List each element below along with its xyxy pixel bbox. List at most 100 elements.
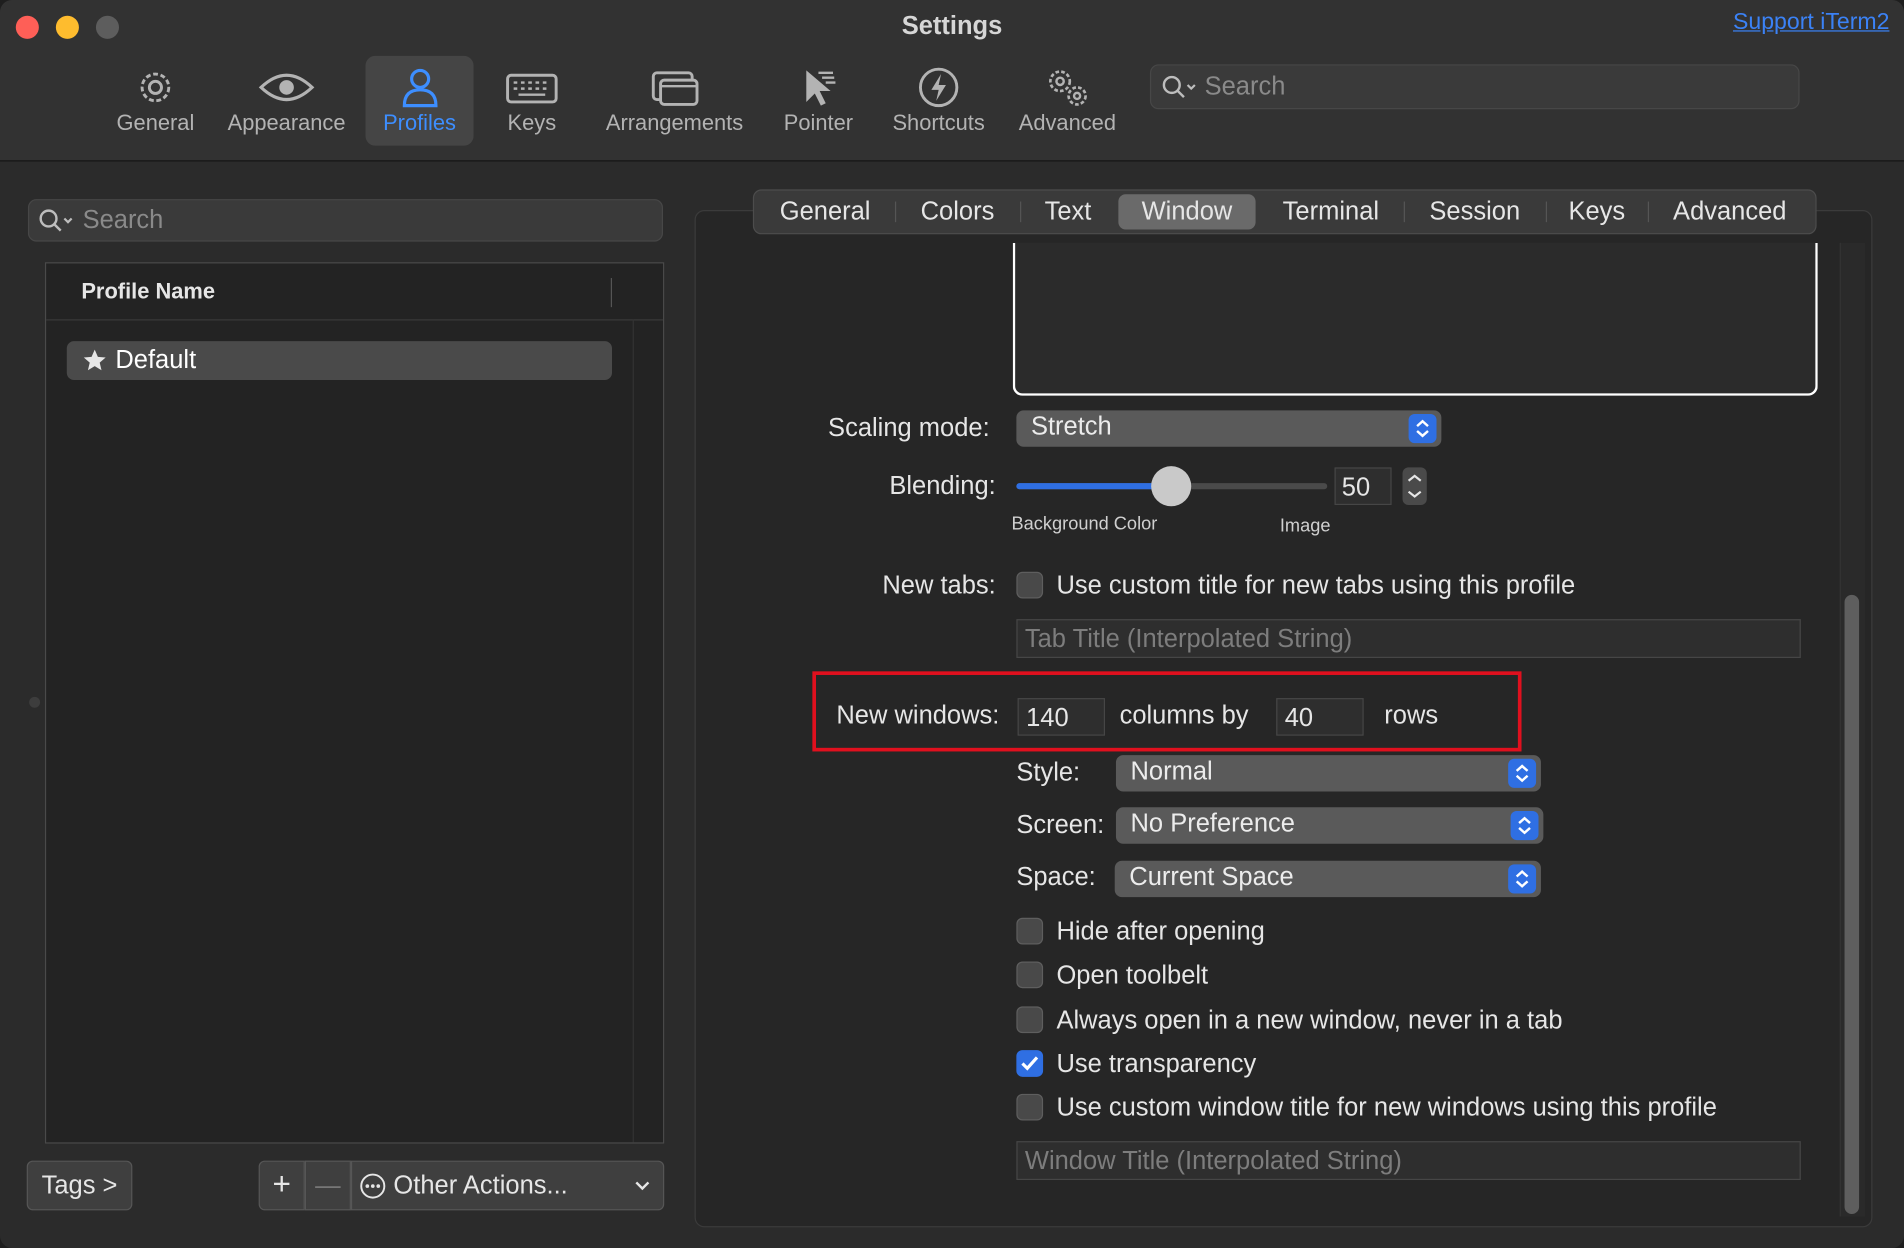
scrollbar-thumb[interactable] [1844, 594, 1860, 1214]
space-popup[interactable]: Current Space [1114, 860, 1541, 898]
window-title: Settings [901, 12, 1003, 41]
tab-colors[interactable]: Colors [896, 191, 1019, 233]
profile-list-header: Profile Name [46, 263, 664, 321]
open-toolbelt-label: Open toolbelt [1056, 961, 1209, 990]
gear-icon [140, 72, 171, 103]
profile-row-label: Default [115, 345, 197, 374]
open-toolbelt-checkbox[interactable] [1016, 961, 1044, 989]
toolbar: Settings Support iTerm2 General Appearan… [0, 0, 1904, 162]
scaling-mode-label: Scaling mode: [828, 413, 990, 442]
toolbar-advanced[interactable]: Advanced [1010, 56, 1124, 146]
always-new-window-label: Always open in a new window, never in a … [1056, 1006, 1563, 1035]
custom-window-title-checkbox[interactable] [1016, 1093, 1044, 1121]
scaling-mode-value: Stretch [1030, 412, 1112, 441]
toolbar-keys[interactable]: Keys [488, 56, 575, 146]
tab-keys[interactable]: Keys [1547, 191, 1647, 233]
background-image-well[interactable] [1012, 242, 1818, 396]
support-link[interactable]: Support iTerm2 [1733, 10, 1889, 37]
updown-arrows-icon [1510, 810, 1539, 841]
columns-field[interactable]: 140 [1017, 698, 1106, 736]
search-icon [39, 209, 73, 232]
screen-popup[interactable]: No Preference [1115, 807, 1544, 844]
pointer-icon [806, 70, 836, 106]
tab-title-field[interactable]: Tab Title (Interpolated String) [1016, 619, 1801, 658]
toolbar-arrangements[interactable]: Arrangements [593, 56, 757, 146]
blending-value-field[interactable]: 50 [1334, 467, 1392, 506]
remove-profile-button[interactable]: — [304, 1160, 351, 1211]
toolbar-search-placeholder: Search [1204, 72, 1286, 101]
chevron-down-icon [635, 1181, 650, 1191]
other-actions-label: Other Actions... [393, 1171, 568, 1200]
gears-icon [1049, 70, 1087, 106]
blending-right-label: Image [1279, 515, 1331, 537]
toolbar-arrangements-label: Arrangements [605, 110, 744, 135]
toolbar-pointer-label: Pointer [783, 110, 854, 135]
columns-by-label: columns by [1119, 701, 1249, 730]
list-divider [632, 319, 634, 1143]
custom-window-title-label: Use custom window title for new windows … [1056, 1093, 1717, 1122]
toolbar-shortcuts-label: Shortcuts [892, 110, 985, 135]
blending-left-label: Background Color [1011, 513, 1158, 535]
split-view-handle[interactable] [29, 696, 41, 708]
use-transparency-checkbox[interactable] [1016, 1050, 1044, 1077]
blending-label: Blending: [889, 472, 996, 501]
rows-field[interactable]: 40 [1276, 698, 1364, 736]
toolbar-profiles[interactable]: Profiles [365, 55, 474, 146]
blending-slider-fill [1016, 483, 1172, 490]
toolbar-appearance[interactable]: Appearance [219, 56, 355, 146]
checkmark-icon [1021, 1056, 1039, 1071]
ellipsis-circle-icon [360, 1173, 386, 1199]
settings-window: Settings Support iTerm2 General Appearan… [0, 0, 1904, 1248]
space-value: Current Space [1129, 863, 1294, 892]
other-actions-menu[interactable]: Other Actions... [350, 1160, 665, 1211]
profile-search-placeholder: Search [82, 206, 164, 235]
space-label: Space: [1016, 863, 1096, 892]
tab-terminal[interactable]: Terminal [1259, 191, 1402, 233]
add-profile-button[interactable]: + [258, 1160, 305, 1211]
keyboard-icon [506, 73, 558, 104]
column-divider [610, 278, 613, 308]
custom-tab-title-label: Use custom title for new tabs using this… [1056, 571, 1576, 600]
person-icon [402, 68, 437, 108]
profile-search-field[interactable]: Search [27, 199, 664, 242]
tab-session[interactable]: Session [1405, 191, 1545, 233]
toolbar-shortcuts[interactable]: Shortcuts [882, 56, 996, 146]
tab-general[interactable]: General [757, 191, 894, 233]
updown-arrows-icon [1508, 864, 1537, 894]
screen-label: Screen: [1016, 810, 1105, 839]
hide-after-opening-label: Hide after opening [1056, 917, 1265, 946]
new-tabs-label: New tabs: [882, 571, 996, 600]
blending-stepper[interactable] [1402, 467, 1427, 506]
new-windows-label: New windows: [836, 701, 1000, 730]
screen-value: No Preference [1130, 809, 1295, 838]
toolbar-general-label: General [116, 110, 195, 135]
tab-text[interactable]: Text [1021, 191, 1115, 233]
toolbar-pointer[interactable]: Pointer [772, 56, 864, 146]
hide-after-opening-checkbox[interactable] [1016, 917, 1044, 945]
stepper-arrows-icon [1407, 474, 1422, 498]
toolbar-advanced-label: Advanced [1018, 110, 1116, 135]
search-icon [1162, 75, 1196, 98]
always-new-window-checkbox[interactable] [1016, 1006, 1044, 1034]
style-popup[interactable]: Normal [1115, 755, 1541, 792]
toolbar-search-field[interactable]: Search [1149, 64, 1800, 110]
style-label: Style: [1016, 758, 1081, 787]
windows-icon [651, 71, 698, 106]
toolbar-profiles-label: Profiles [383, 110, 456, 135]
scaling-mode-popup[interactable]: Stretch [1016, 410, 1442, 447]
blending-slider-knob[interactable] [1151, 466, 1192, 507]
profile-tabs: General Colors Text Window Terminal Sess… [752, 189, 1817, 235]
custom-tab-title-checkbox[interactable] [1016, 571, 1044, 599]
updown-arrows-icon [1408, 413, 1437, 444]
profile-row-default[interactable]: Default [66, 341, 613, 380]
tags-button[interactable]: Tags > [26, 1160, 133, 1211]
tab-window[interactable]: Window [1118, 194, 1256, 230]
toolbar-appearance-label: Appearance [227, 110, 346, 135]
profile-list: Profile Name Default [44, 262, 665, 1144]
tab-advanced[interactable]: Advanced [1649, 191, 1811, 233]
updown-arrows-icon [1508, 758, 1537, 788]
toolbar-keys-label: Keys [507, 110, 557, 135]
toolbar-general[interactable]: General [107, 56, 204, 146]
profile-name-column-header[interactable]: Profile Name [81, 279, 215, 304]
window-title-field[interactable]: Window Title (Interpolated String) [1016, 1141, 1801, 1181]
